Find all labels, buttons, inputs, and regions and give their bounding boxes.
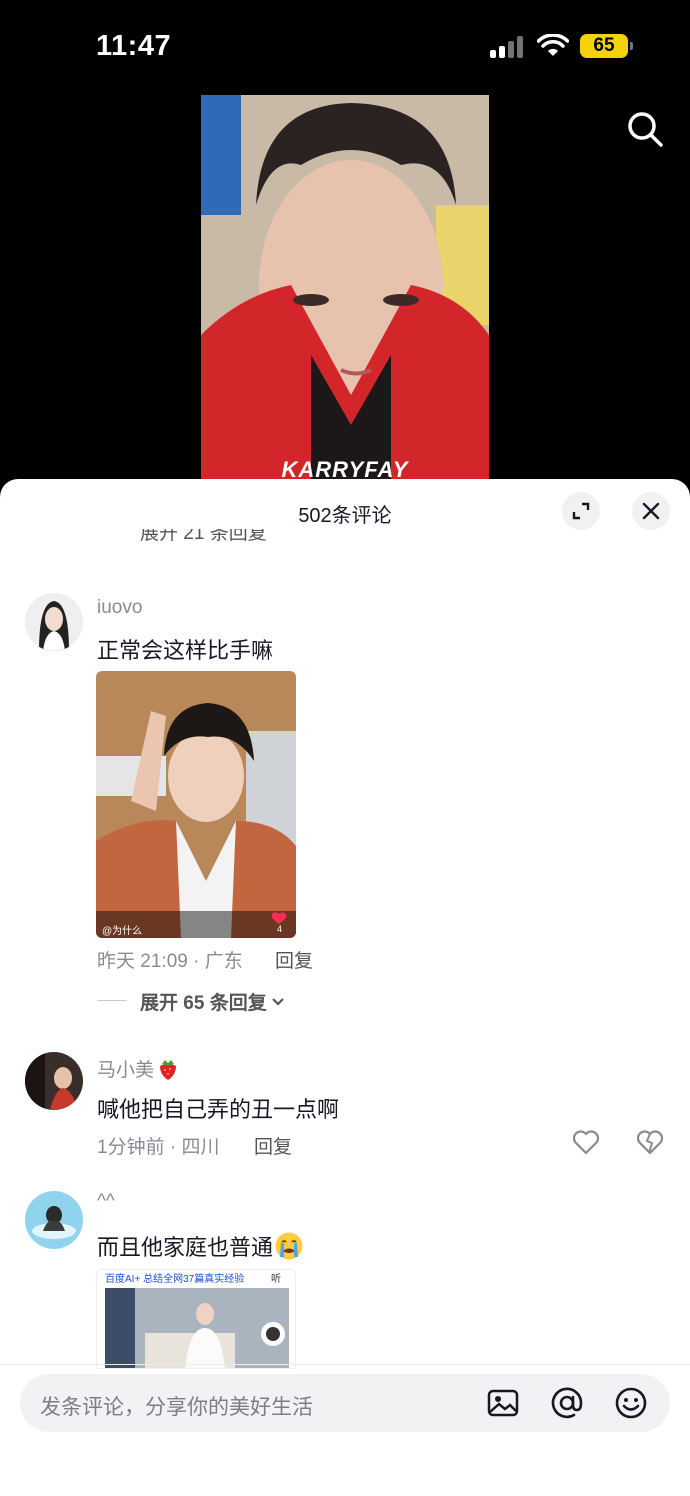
expand-button[interactable] (562, 492, 600, 530)
comment-image-photo (96, 671, 296, 938)
expand-replies-button[interactable]: 展开 65 条回复 (140, 988, 286, 1015)
status-bar: 11:47 65 (0, 0, 690, 90)
close-icon (642, 502, 660, 520)
comment-image-caption: @为什么 (102, 926, 143, 937)
comment-username: 马小美 (97, 1060, 155, 1081)
at-icon[interactable] (550, 1386, 584, 1420)
avatar-image (25, 1052, 83, 1110)
comment-username[interactable]: ^^ (97, 1191, 115, 1213)
video-frame (201, 95, 489, 485)
avatar[interactable] (25, 1052, 83, 1110)
comment-image[interactable]: 百度AI+ 总结全网37篇真实经验 听 (96, 1269, 296, 1369)
cellular-signal-icon (490, 36, 526, 58)
comment-image[interactable]: @为什么 4 (96, 671, 296, 938)
avatar-image (25, 593, 83, 651)
comment-input-bar[interactable]: 发条评论，分享你的美好生活 (20, 1374, 670, 1432)
comment-meta: 昨天 21:09 · 广东 (97, 951, 243, 972)
avatar-image (25, 1191, 83, 1249)
divider (97, 1000, 127, 1001)
comment-meta: 1分钟前 · 四川 (97, 1137, 220, 1158)
search-icon[interactable] (626, 110, 664, 148)
emoji-icon[interactable] (614, 1386, 648, 1420)
comment-text: 正常会这样比手嘛 (97, 638, 274, 663)
comment-image-likes: 4 (277, 924, 283, 934)
image-icon[interactable] (486, 1386, 520, 1420)
battery-indicator: 65 (580, 34, 633, 58)
comment-text: 喊他把自己弄的丑一点啊 (97, 1097, 340, 1122)
avatar[interactable] (25, 1191, 83, 1249)
status-time: 11:47 (96, 30, 172, 62)
comment-text: 而且他家庭也普通 (97, 1235, 274, 1260)
heart-icon[interactable] (572, 1129, 600, 1155)
close-button[interactable] (632, 492, 670, 530)
crying-emoji-icon (275, 1232, 303, 1260)
comment-username[interactable]: iuovo (97, 597, 142, 619)
reply-button[interactable]: 回复 (275, 946, 313, 973)
comment-image-header: 百度AI+ 总结全网37篇真实经验 (105, 1274, 245, 1285)
broken-heart-icon[interactable] (636, 1129, 664, 1155)
wifi-icon (537, 34, 569, 56)
expand-replies-clipped[interactable]: 展开 21 条回复 (140, 529, 267, 551)
expand-icon (572, 502, 590, 520)
comment-image-listen: 听 (271, 1274, 281, 1285)
video-player[interactable]: KARRYFAY (201, 95, 489, 485)
comment-image-photo (105, 1288, 289, 1368)
reply-button[interactable]: 回复 (254, 1132, 292, 1159)
comment-input[interactable]: 发条评论，分享你的美好生活 (40, 1391, 313, 1421)
strawberry-emoji-icon (160, 1059, 177, 1080)
avatar[interactable] (25, 593, 83, 651)
comment-username-row[interactable]: 马小美 (97, 1055, 180, 1082)
comment-text-row: 而且他家庭也普通 (97, 1230, 304, 1262)
chevron-down-icon (271, 997, 284, 1006)
comment-sheet: 502条评论 展开 21 条回复 iuovo 正常会这样比手嘛 @为什么 4 昨… (0, 479, 690, 1496)
divider (0, 1364, 690, 1365)
